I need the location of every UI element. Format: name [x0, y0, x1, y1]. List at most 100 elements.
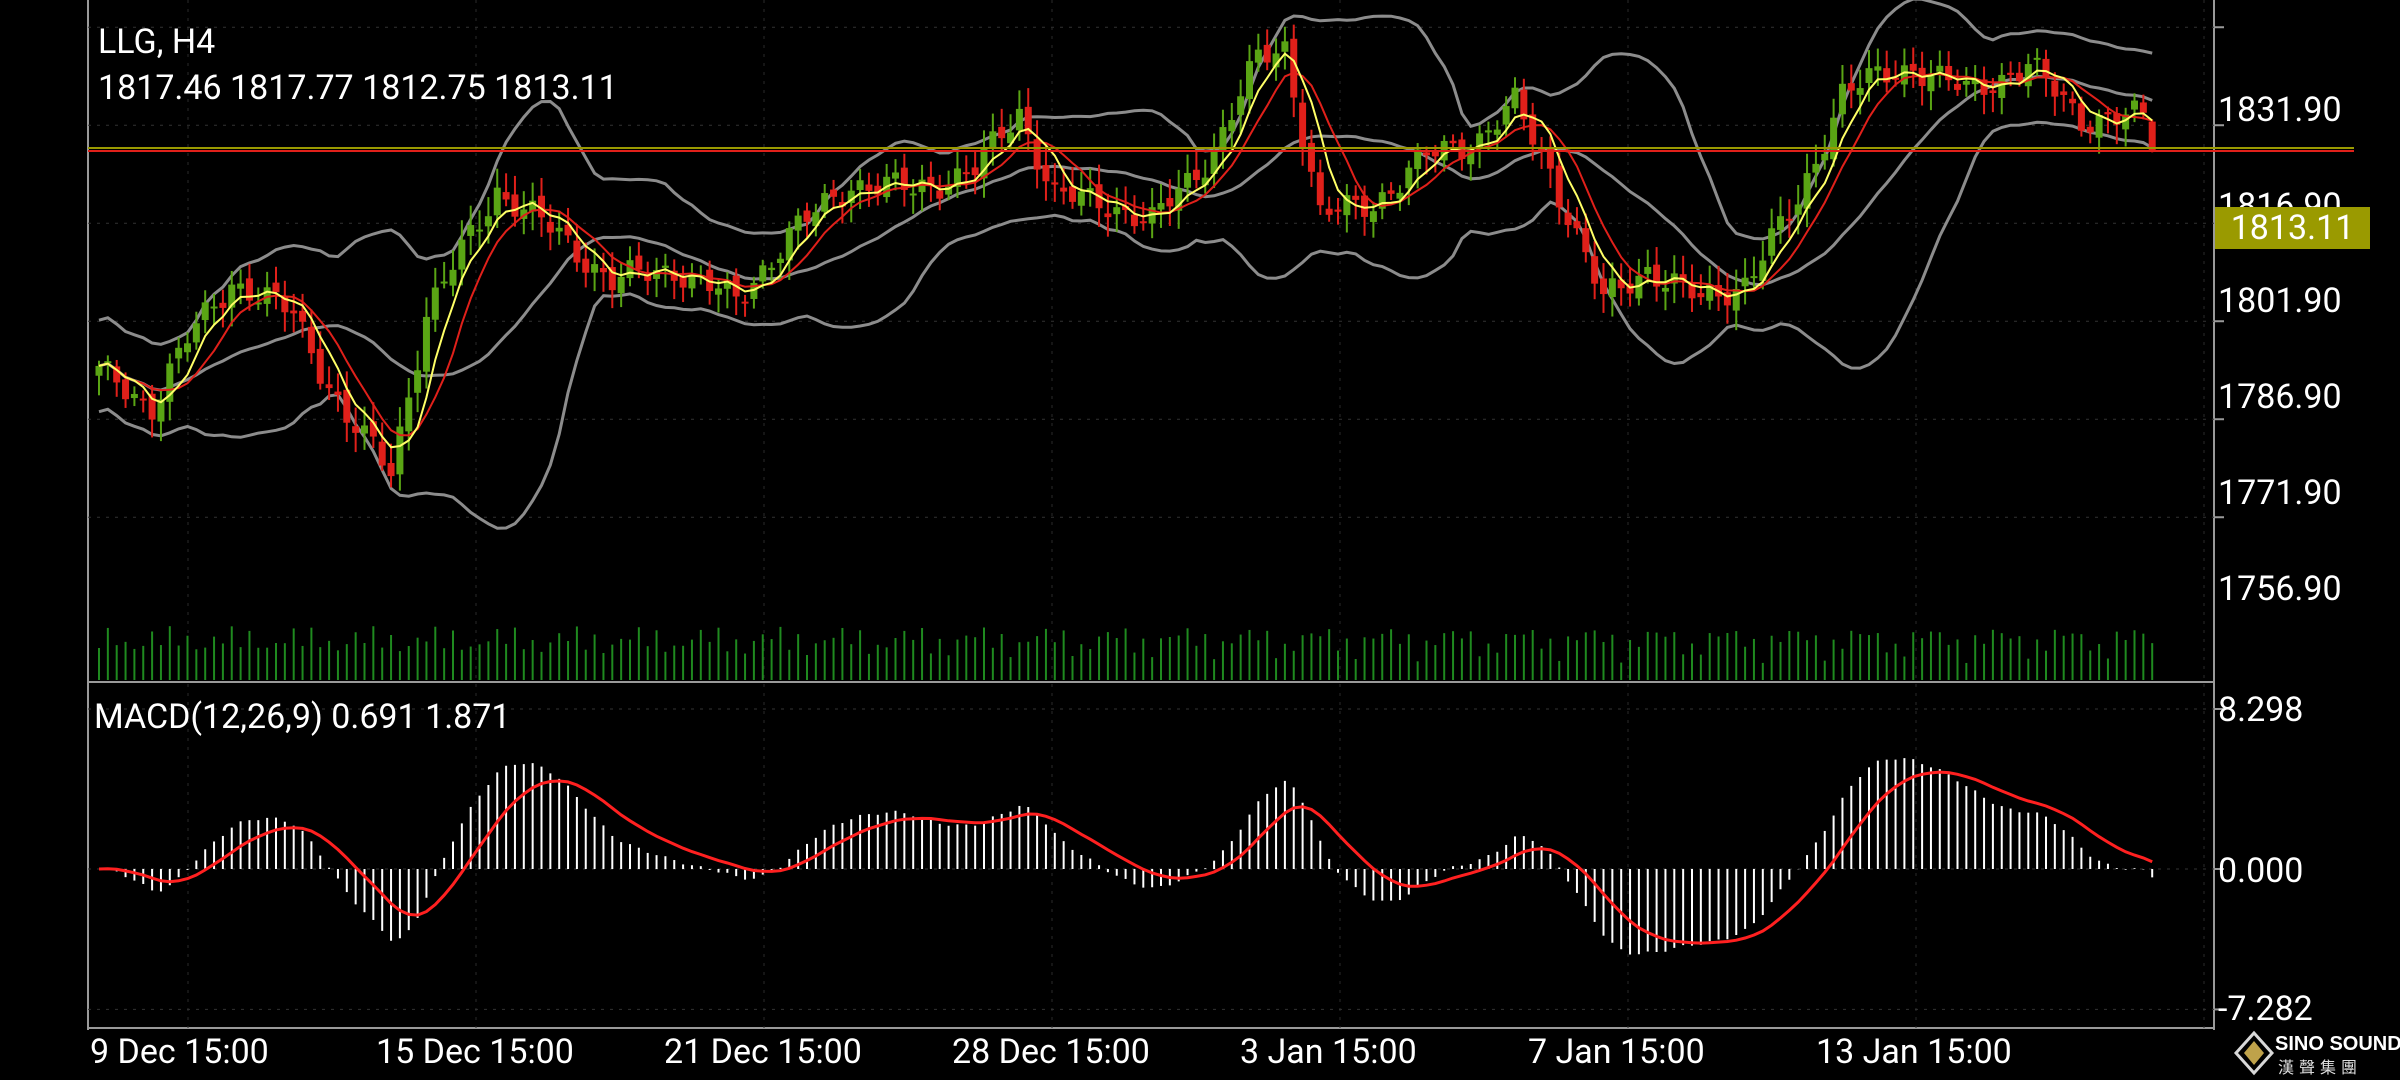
- candle-body: [299, 310, 307, 322]
- candle-body: [405, 397, 413, 432]
- candle-body: [573, 240, 581, 263]
- current-price-tag: 1813.11: [2215, 207, 2370, 249]
- candle-body: [803, 210, 811, 222]
- candle-body: [237, 283, 245, 289]
- macd-label: MACD(12,26,9) 0.691 1.871: [94, 697, 511, 737]
- candle-body: [1865, 68, 1873, 83]
- candle-body: [1998, 74, 2006, 98]
- candle-body: [334, 391, 342, 396]
- price-axis-label: 1786.90: [2218, 377, 2342, 417]
- candle-body: [1414, 149, 1422, 169]
- candle-body: [1352, 195, 1360, 200]
- candle-body: [555, 227, 563, 232]
- candle-body: [493, 187, 501, 216]
- candle-body: [1042, 165, 1050, 182]
- candle-body: [1573, 221, 1581, 229]
- candle-body: [2007, 72, 2015, 75]
- candle-body: [1254, 49, 1262, 63]
- candle-body: [1334, 209, 1342, 212]
- candle-body: [1856, 88, 1864, 95]
- candle-body: [1883, 68, 1891, 83]
- candle-body: [1192, 169, 1200, 181]
- candle-body: [1591, 256, 1599, 284]
- candle-body: [175, 347, 183, 359]
- candle-body: [1812, 163, 1820, 173]
- candle-body: [1768, 228, 1776, 256]
- price-axis-label: 1831.90: [2218, 90, 2342, 130]
- candle-body: [422, 316, 430, 372]
- candle-body: [484, 216, 492, 227]
- candle-body: [1750, 276, 1758, 279]
- candle-body: [511, 194, 519, 217]
- candle-body: [272, 282, 280, 293]
- candle-body: [865, 184, 873, 191]
- candle-body: [1555, 165, 1563, 208]
- candle-body: [582, 258, 590, 273]
- candle-body: [1139, 221, 1147, 224]
- candle-body: [192, 323, 200, 343]
- candle-body: [715, 288, 722, 295]
- candle-body: [2033, 57, 2041, 60]
- candle-body: [971, 167, 979, 176]
- candle-body: [1874, 66, 1882, 71]
- candle-body: [1644, 266, 1652, 274]
- price-axis-label: 1771.90: [2218, 473, 2342, 513]
- candle-body: [1369, 211, 1377, 222]
- candle-body: [449, 269, 457, 286]
- candle-body: [768, 267, 776, 271]
- candle-body: [909, 193, 917, 196]
- chart-background: [0, 0, 2400, 1080]
- candle-body: [1166, 197, 1174, 207]
- candle-body: [962, 172, 970, 175]
- candle-body: [1113, 207, 1121, 215]
- candle-body: [2086, 126, 2094, 133]
- candle-body: [467, 225, 475, 236]
- candle-body: [936, 190, 944, 199]
- candle-body: [1794, 204, 1802, 215]
- candle-body: [830, 189, 838, 197]
- time-axis-label: 21 Dec 15:00: [664, 1032, 862, 1072]
- time-axis-label: 9 Dec 15:00: [90, 1032, 269, 1072]
- candle-body: [1838, 83, 1846, 115]
- time-axis-label: 13 Jan 15:00: [1816, 1032, 2012, 1072]
- candle-body: [1130, 214, 1138, 227]
- candle-body: [1830, 117, 1838, 160]
- candle-body: [378, 441, 386, 466]
- candle-body: [290, 310, 298, 314]
- candle-body: [1600, 278, 1607, 295]
- candle-body: [599, 268, 607, 273]
- candle-body: [325, 384, 333, 389]
- candle-body: [989, 131, 997, 149]
- candle-body: [361, 425, 368, 434]
- candle-body: [2015, 72, 2023, 82]
- candle-body: [352, 426, 360, 433]
- candle-body: [1936, 65, 1944, 72]
- price-axis-label: 1756.90: [2218, 569, 2342, 609]
- candle-body: [1033, 139, 1041, 170]
- candle-body: [1954, 83, 1961, 90]
- candle-body: [661, 265, 669, 268]
- candle-body: [1608, 278, 1616, 298]
- symbol-label: LLG, H4: [98, 22, 216, 62]
- candle-body: [856, 180, 864, 191]
- candle-body: [2069, 98, 2077, 104]
- candle-body: [2042, 58, 2050, 78]
- candle-body: [776, 258, 784, 263]
- candle-body: [1732, 288, 1740, 311]
- candle-body: [1493, 129, 1501, 135]
- time-axis-label: 7 Jan 15:00: [1528, 1032, 1705, 1072]
- chart-canvas[interactable]: [0, 0, 2400, 1080]
- candle-body: [626, 260, 634, 279]
- candle-body: [210, 306, 218, 309]
- candle-body: [1246, 61, 1253, 99]
- ohlc-label: 1817.46 1817.77 1812.75 1813.11: [98, 68, 618, 108]
- candle-body: [2139, 102, 2147, 113]
- candle-body: [1582, 228, 1590, 253]
- candle-body: [1741, 277, 1749, 287]
- candle-body: [1325, 208, 1333, 215]
- candle-body: [821, 193, 829, 212]
- candle-body: [316, 348, 324, 384]
- candle-body: [2095, 115, 2103, 138]
- candle-body: [1051, 182, 1059, 185]
- time-axis-label: 28 Dec 15:00: [952, 1032, 1150, 1072]
